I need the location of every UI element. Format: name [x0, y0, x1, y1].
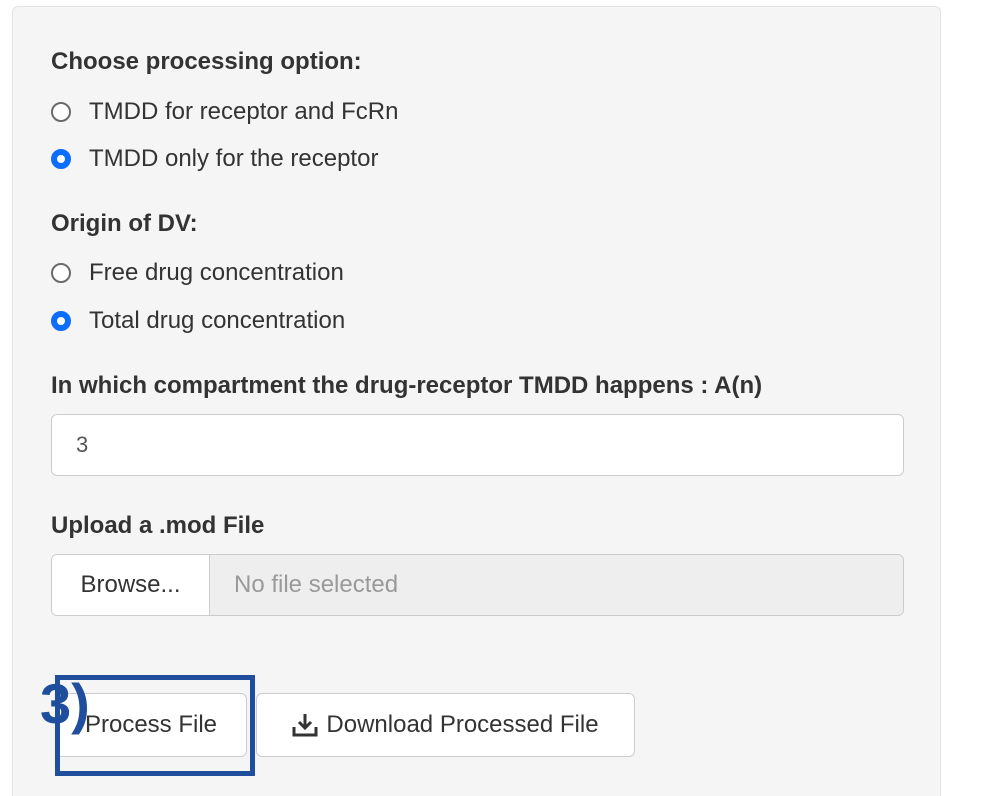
- process-file-label: Process File: [84, 711, 218, 738]
- radio-button[interactable]: [51, 263, 71, 283]
- radio-free-drug[interactable]: Free drug concentration: [51, 259, 344, 287]
- radio-tmdd-receptor-only[interactable]: TMDD only for the receptor: [51, 145, 378, 173]
- download-icon: [292, 714, 318, 737]
- compartment-input[interactable]: [51, 414, 904, 476]
- radio-label: Total drug concentration: [89, 307, 346, 334]
- upload-label: Upload a .mod File: [51, 512, 265, 539]
- process-file-button[interactable]: Process File: [55, 693, 247, 757]
- file-upload-group[interactable]: Browse... No file selected: [51, 554, 904, 616]
- radio-button-checked[interactable]: [51, 311, 71, 331]
- origin-dv-label: Origin of DV:: [51, 210, 198, 237]
- browse-button[interactable]: Browse...: [52, 555, 210, 615]
- download-processed-label: Download Processed File: [326, 711, 599, 738]
- download-processed-button[interactable]: Download Processed File: [256, 693, 635, 757]
- processing-option-label: Choose processing option:: [51, 48, 362, 75]
- radio-tmdd-receptor-fcrn[interactable]: TMDD for receptor and FcRn: [51, 98, 398, 126]
- radio-label: TMDD only for the receptor: [89, 145, 379, 172]
- radio-button[interactable]: [51, 102, 71, 122]
- radio-button-checked[interactable]: [51, 149, 71, 169]
- radio-label: Free drug concentration: [89, 259, 344, 286]
- radio-total-drug[interactable]: Total drug concentration: [51, 307, 345, 335]
- radio-label: TMDD for receptor and FcRn: [89, 98, 399, 125]
- compartment-label: In which compartment the drug-receptor T…: [51, 372, 763, 399]
- file-name-display: No file selected: [210, 555, 903, 615]
